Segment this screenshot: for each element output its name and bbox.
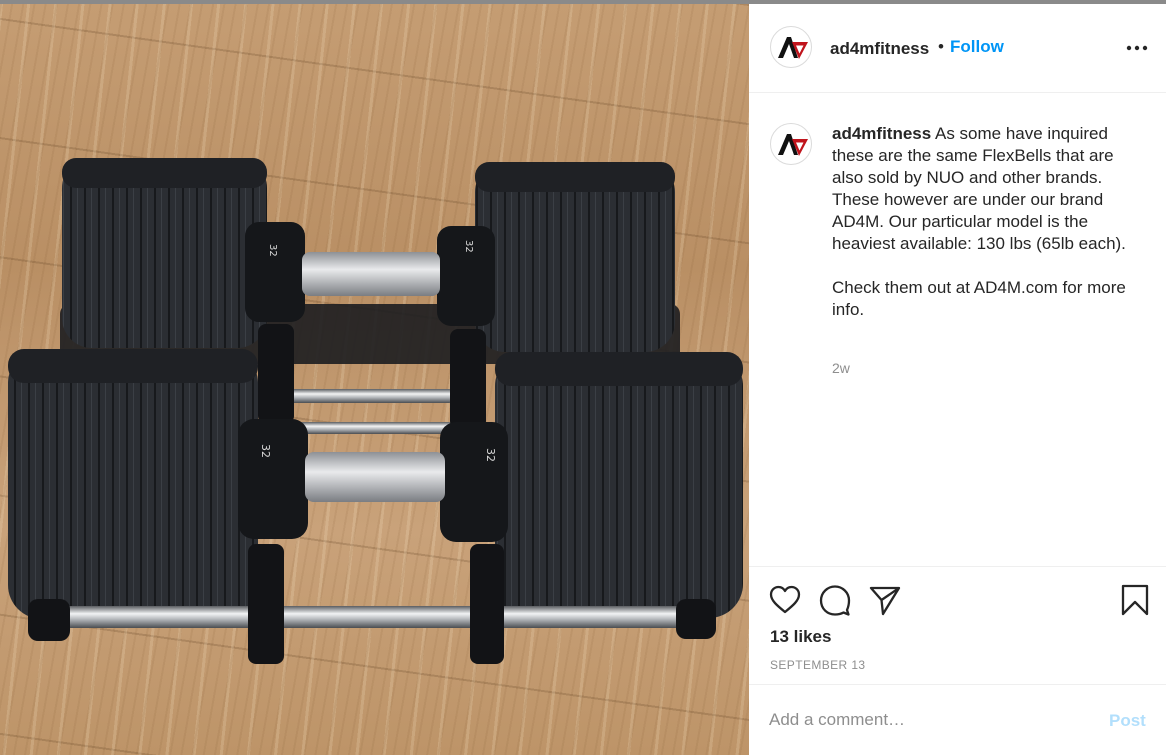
post-header: ad4mfitness • Follow bbox=[749, 4, 1166, 93]
post-details-panel: ad4mfitness • Follow ad4mfitness As some… bbox=[749, 4, 1166, 755]
weight-mark: 32 bbox=[267, 244, 278, 257]
comment-input[interactable] bbox=[769, 707, 1089, 733]
avatar[interactable] bbox=[770, 26, 812, 68]
ad4m-logo-icon bbox=[778, 134, 808, 156]
share-icon[interactable] bbox=[868, 583, 902, 617]
separator-dot: • bbox=[938, 37, 944, 56]
ad4m-logo-icon bbox=[778, 37, 808, 59]
action-bar: 13 likes SEPTEMBER 13 bbox=[749, 566, 1166, 684]
username-link[interactable]: ad4mfitness bbox=[830, 39, 929, 59]
weight-mark: 32 bbox=[259, 444, 272, 458]
weight-mark: 32 bbox=[463, 240, 474, 253]
comment-bar: Post bbox=[749, 684, 1166, 755]
post-date: SEPTEMBER 13 bbox=[770, 658, 866, 672]
caption-avatar[interactable] bbox=[770, 123, 812, 165]
post-time-ago[interactable]: 2w bbox=[832, 360, 850, 376]
post-photo[interactable]: 32 32 32 32 bbox=[0, 4, 749, 755]
dumbbells-image: 32 32 32 32 bbox=[8, 158, 743, 664]
heart-icon[interactable] bbox=[768, 583, 802, 617]
caption-section: ad4mfitness As some have inquired these … bbox=[749, 94, 1166, 566]
caption-body: As some have inquired these are the same… bbox=[832, 124, 1126, 319]
bookmark-icon[interactable] bbox=[1118, 583, 1152, 617]
likes-count[interactable]: 13 likes bbox=[770, 627, 831, 647]
caption-username-link[interactable]: ad4mfitness bbox=[832, 124, 931, 143]
follow-button[interactable]: Follow bbox=[950, 37, 1004, 57]
comment-icon[interactable] bbox=[818, 583, 852, 617]
caption-text: ad4mfitness As some have inquired these … bbox=[832, 123, 1142, 321]
more-options-icon[interactable] bbox=[1126, 42, 1148, 54]
weight-mark: 32 bbox=[484, 448, 497, 462]
post-comment-button[interactable]: Post bbox=[1109, 711, 1146, 731]
